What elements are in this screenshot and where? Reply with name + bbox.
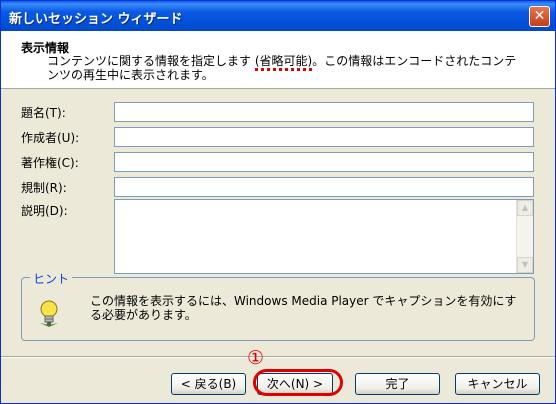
wizard-window: 新しいセッション ウィザード ✕ 表示情報 コンテンツに関する情報を指定します … <box>0 0 556 404</box>
finish-button[interactable]: 完了 <box>355 373 440 395</box>
author-label: 作成者(U): <box>21 131 80 145</box>
title-label: 題名(T): <box>21 106 66 120</box>
rating-input[interactable] <box>114 177 534 197</box>
window-title: 新しいセッション ウィザード <box>9 12 183 27</box>
button-separator <box>1 356 555 358</box>
hint-group: ヒント この情報を表示するには、Windows Media Player でキャ… <box>21 270 535 341</box>
title-bar[interactable]: 新しいセッション ウィザード ✕ <box>1 1 555 31</box>
back-button[interactable]: < 戻る(B) <box>171 373 246 395</box>
desc-pre: コンテンツに関する情報を指定します <box>47 54 255 68</box>
title-input[interactable] <box>114 102 534 122</box>
description-textarea[interactable]: ▲ ▼ <box>114 199 534 274</box>
hint-text: この情報を表示するには、Windows Media Player でキャプション… <box>90 294 517 322</box>
close-button[interactable]: ✕ <box>529 6 550 27</box>
rating-label: 規制(R): <box>21 181 67 195</box>
cancel-button[interactable]: キャンセル <box>455 373 540 395</box>
page-description: コンテンツに関する情報を指定します (省略可能)。この情報はエンコードされたコン… <box>47 54 527 82</box>
wizard-header: 表示情報 コンテンツに関する情報を指定します (省略可能)。この情報はエンコード… <box>1 31 555 89</box>
optional-note: (省略可能) <box>254 54 313 71</box>
scroll-up-button[interactable]: ▲ <box>517 200 533 216</box>
scroll-down-button[interactable]: ▼ <box>517 257 533 273</box>
lightbulb-icon <box>40 300 58 327</box>
hint-legend: ヒント <box>30 270 73 287</box>
copyright-input[interactable] <box>114 152 534 172</box>
description-label: 説明(D): <box>21 204 68 218</box>
description-scrollbar[interactable]: ▲ ▼ <box>516 200 533 273</box>
annotation-number: ① <box>247 347 265 369</box>
copyright-label: 著作権(C): <box>21 156 79 170</box>
annotation-highlight-ring <box>253 369 343 396</box>
author-input[interactable] <box>114 127 534 147</box>
